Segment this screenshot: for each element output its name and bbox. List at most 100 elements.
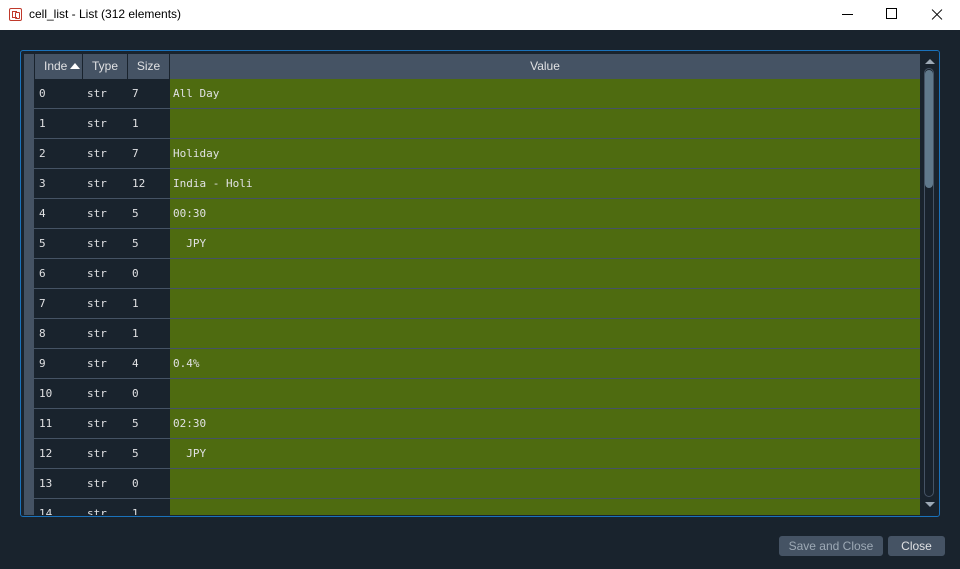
row-header[interactable] <box>24 379 34 408</box>
cell-size[interactable]: 0 <box>128 469 169 498</box>
cell-value[interactable] <box>170 109 920 138</box>
cell-value[interactable]: 02:30 <box>170 409 920 438</box>
table-row[interactable]: 9 str 4 0.4% <box>24 349 920 379</box>
row-header[interactable] <box>24 439 34 468</box>
cell-value[interactable] <box>170 499 920 515</box>
table-row[interactable]: 4 str 5 00:30 <box>24 199 920 229</box>
cell-size[interactable]: 1 <box>128 109 169 138</box>
cell-type[interactable]: str <box>83 409 127 438</box>
row-header[interactable] <box>24 169 34 198</box>
cell-size[interactable]: 1 <box>128 289 169 318</box>
cell-value[interactable] <box>170 319 920 348</box>
cell-index[interactable]: 5 <box>35 229 82 258</box>
table-row[interactable]: 14 str 1 <box>24 499 920 515</box>
table-row[interactable]: 13 str 0 <box>24 469 920 499</box>
row-header[interactable] <box>24 109 34 138</box>
cell-index[interactable]: 11 <box>35 409 82 438</box>
cell-index[interactable]: 2 <box>35 139 82 168</box>
cell-type[interactable]: str <box>83 469 127 498</box>
cell-index[interactable]: 9 <box>35 349 82 378</box>
cell-size[interactable]: 5 <box>128 199 169 228</box>
table-row[interactable]: 2 str 7 Holiday <box>24 139 920 169</box>
cell-type[interactable]: str <box>83 439 127 468</box>
cell-type[interactable]: str <box>83 139 127 168</box>
cell-index[interactable]: 4 <box>35 199 82 228</box>
row-header[interactable] <box>24 259 34 288</box>
cell-value[interactable] <box>170 379 920 408</box>
row-header[interactable] <box>24 289 34 318</box>
maximize-button[interactable] <box>868 0 914 30</box>
cell-value[interactable]: Holiday <box>170 139 920 168</box>
cell-value[interactable]: All Day <box>170 79 920 108</box>
cell-value[interactable]: 00:30 <box>170 199 920 228</box>
cell-index[interactable]: 1 <box>35 109 82 138</box>
cell-size[interactable]: 0 <box>128 259 169 288</box>
row-header[interactable] <box>24 139 34 168</box>
cell-type[interactable]: str <box>83 79 127 108</box>
cell-type[interactable]: str <box>83 259 127 288</box>
cell-index[interactable]: 14 <box>35 499 82 515</box>
cell-value[interactable]: JPY <box>170 229 920 258</box>
cell-index[interactable]: 7 <box>35 289 82 318</box>
cell-value[interactable]: India - Holi <box>170 169 920 198</box>
cell-type[interactable]: str <box>83 229 127 258</box>
table-row[interactable]: 8 str 1 <box>24 319 920 349</box>
cell-size[interactable]: 5 <box>128 229 169 258</box>
table-row[interactable]: 1 str 1 <box>24 109 920 139</box>
cell-index[interactable]: 6 <box>35 259 82 288</box>
minimize-button[interactable] <box>824 0 870 30</box>
table-row[interactable]: 5 str 5 JPY <box>24 229 920 259</box>
save-and-close-button[interactable]: Save and Close <box>779 536 883 556</box>
table-row[interactable]: 11 str 5 02:30 <box>24 409 920 439</box>
cell-type[interactable]: str <box>83 379 127 408</box>
row-header[interactable] <box>24 319 34 348</box>
table-row[interactable]: 10 str 0 <box>24 379 920 409</box>
cell-size[interactable]: 7 <box>128 139 169 168</box>
cell-value[interactable]: 0.4% <box>170 349 920 378</box>
table-row[interactable]: 12 str 5 JPY <box>24 439 920 469</box>
table-row[interactable]: 6 str 0 <box>24 259 920 289</box>
cell-value[interactable]: JPY <box>170 439 920 468</box>
cell-index[interactable]: 0 <box>35 79 82 108</box>
row-header[interactable] <box>24 469 34 498</box>
cell-size[interactable]: 1 <box>128 499 169 515</box>
row-header[interactable] <box>24 349 34 378</box>
scroll-down-arrow-icon[interactable] <box>925 502 935 507</box>
scroll-up-arrow-icon[interactable] <box>925 59 935 64</box>
cell-index[interactable]: 13 <box>35 469 82 498</box>
cell-index[interactable]: 10 <box>35 379 82 408</box>
cell-type[interactable]: str <box>83 289 127 318</box>
cell-size[interactable]: 5 <box>128 439 169 468</box>
cell-type[interactable]: str <box>83 169 127 198</box>
cell-value[interactable] <box>170 259 920 288</box>
table-row[interactable]: 3 str 12 India - Holi <box>24 169 920 199</box>
row-header[interactable] <box>24 229 34 258</box>
collection-table[interactable]: Inde Type Size Value 0 str 7 All Day 1 str 1 2 s… <box>20 50 940 517</box>
vertical-scrollbar[interactable] <box>921 52 937 515</box>
column-header-value[interactable]: Value <box>170 54 920 79</box>
cell-type[interactable]: str <box>83 499 127 515</box>
column-header-type[interactable]: Type <box>83 54 127 79</box>
cell-value[interactable] <box>170 469 920 498</box>
cell-index[interactable]: 12 <box>35 439 82 468</box>
cell-size[interactable]: 7 <box>128 79 169 108</box>
cell-type[interactable]: str <box>83 319 127 348</box>
close-window-button[interactable] <box>914 0 960 30</box>
scrollbar-thumb[interactable] <box>925 70 933 188</box>
row-header[interactable] <box>24 79 34 108</box>
cell-size[interactable]: 12 <box>128 169 169 198</box>
table-row[interactable]: 7 str 1 <box>24 289 920 319</box>
close-button[interactable]: Close <box>888 536 945 556</box>
cell-index[interactable]: 3 <box>35 169 82 198</box>
column-header-index[interactable]: Inde <box>35 54 82 79</box>
column-header-size[interactable]: Size <box>128 54 169 79</box>
cell-value[interactable] <box>170 289 920 318</box>
cell-type[interactable]: str <box>83 199 127 228</box>
cell-type[interactable]: str <box>83 349 127 378</box>
cell-index[interactable]: 8 <box>35 319 82 348</box>
cell-type[interactable]: str <box>83 109 127 138</box>
row-header[interactable] <box>24 499 34 515</box>
row-header[interactable] <box>24 409 34 438</box>
cell-size[interactable]: 5 <box>128 409 169 438</box>
cell-size[interactable]: 0 <box>128 379 169 408</box>
